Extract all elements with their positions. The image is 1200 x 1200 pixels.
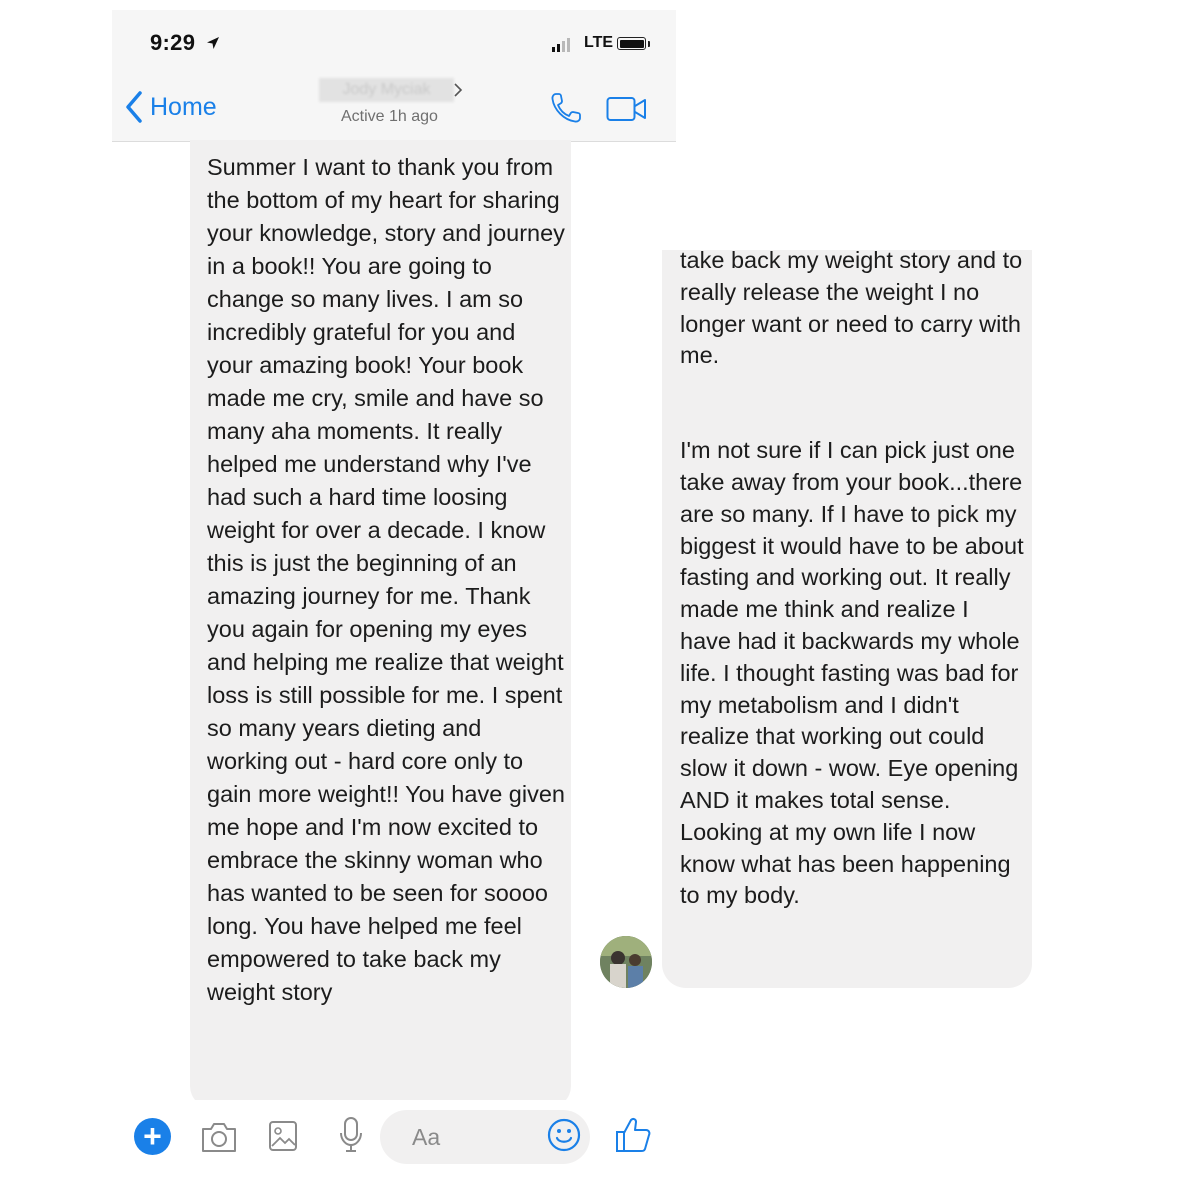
header-bar: 9:29 LTE Home Jody Myciak Active 1h ago (112, 10, 676, 142)
smiley-icon[interactable] (547, 1118, 581, 1152)
phone-icon[interactable] (548, 90, 584, 126)
message-paragraph-2: I'm not sure if I can pick just one take… (680, 437, 1024, 909)
thumbs-up-icon[interactable] (615, 1116, 651, 1154)
plus-icon[interactable]: + (134, 1118, 171, 1155)
message-paragraph-1: take back my weight story and to really … (680, 247, 1023, 369)
camera-icon[interactable] (200, 1120, 238, 1154)
contact-name[interactable]: Jody Myciak (319, 78, 454, 102)
back-label: Home (150, 92, 217, 121)
back-button[interactable]: Home (124, 90, 217, 124)
signal-strength-icon (552, 38, 570, 52)
message-text: Summer I want to thank you from the bott… (207, 154, 565, 1005)
status-time: 9:29 (150, 30, 196, 55)
image-icon[interactable] (268, 1120, 298, 1152)
carrier-label: LTE (584, 34, 614, 51)
message-bubble: Summer I want to thank you from the bott… (190, 140, 571, 1108)
composer-bar: + Aa (112, 1100, 676, 1200)
location-arrow-icon (207, 37, 219, 49)
video-camera-icon[interactable] (606, 96, 648, 122)
active-status: Active 1h ago (341, 108, 438, 125)
battery-icon (617, 37, 646, 50)
messenger-screen-left: 9:29 LTE Home Jody Myciak Active 1h ago (112, 10, 676, 1200)
microphone-icon[interactable] (338, 1116, 364, 1154)
chevron-right-icon (454, 83, 463, 97)
chevron-left-icon (126, 91, 142, 123)
avatar-photo (600, 936, 652, 988)
avatar[interactable] (600, 936, 652, 988)
message-bubble-continued: take back my weight story and to really … (662, 247, 1032, 988)
message-text-continued: take back my weight story and to really … (680, 245, 1025, 912)
